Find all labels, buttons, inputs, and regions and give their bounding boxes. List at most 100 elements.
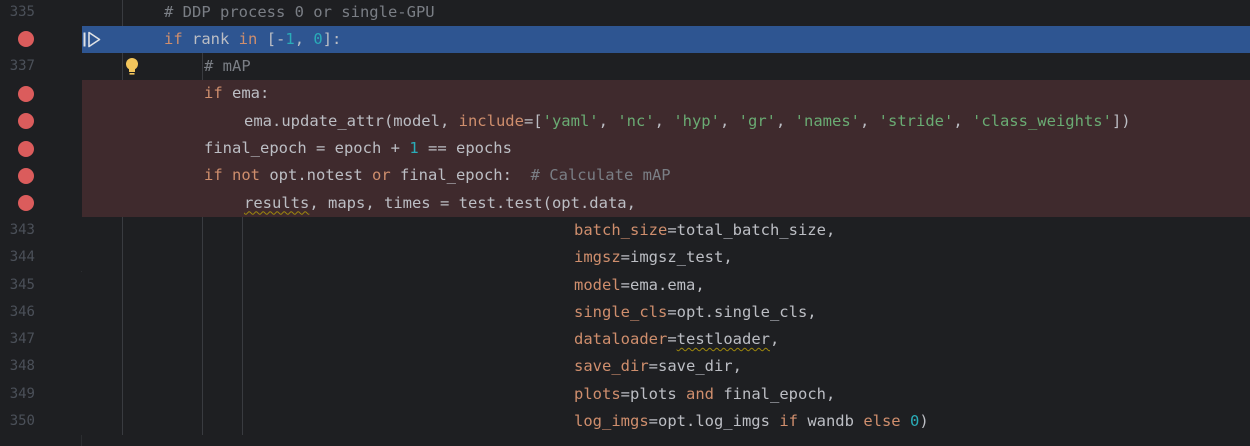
code-token: in	[238, 29, 258, 48]
code-token: ,	[719, 111, 739, 130]
line-number: 346	[9, 303, 35, 320]
code-content[interactable]: imgsz=imgsz_test,	[82, 244, 1250, 271]
gutter[interactable]	[0, 80, 82, 108]
code-content[interactable]: save_dir=save_dir,	[82, 353, 1250, 380]
code-text: imgsz=imgsz_test,	[574, 244, 733, 271]
line-number: 350	[9, 413, 35, 429]
gutter[interactable]: 348	[0, 353, 82, 381]
code-content[interactable]: single_cls=opt.single_cls,	[82, 299, 1250, 326]
code-content[interactable]: log_imgs=opt.log_imgs if wandb else 0)	[82, 408, 1250, 435]
code-token: opt.notest	[260, 166, 372, 185]
code-text: log_imgs=opt.log_imgs if wandb else 0)	[574, 408, 929, 435]
gutter[interactable]: 347	[0, 326, 82, 354]
line-number: 335	[9, 3, 35, 20]
code-token: if	[779, 412, 798, 430]
breakpoint-icon[interactable]	[18, 31, 34, 48]
line-number: 337	[9, 58, 35, 75]
line-number: 345	[9, 276, 35, 293]
code-content[interactable]: results, maps, times = test.test(opt.dat…	[82, 189, 1250, 217]
code-token: final_epoch,	[714, 384, 836, 403]
code-line[interactable]: 343 batch_size=total_batch_size,	[0, 216, 1250, 245]
code-token: 0	[909, 412, 920, 430]
code-token: or	[371, 166, 391, 185]
code-line[interactable]	[0, 435, 1250, 446]
code-token: ])	[1111, 111, 1131, 130]
breakpoint-icon[interactable]	[18, 85, 34, 102]
code-line[interactable]: 349 plots=plots and final_epoch,	[0, 380, 1250, 408]
gutter[interactable]: 345	[0, 271, 82, 299]
code-text: # mAP	[204, 53, 251, 80]
code-line[interactable]: if ema:	[0, 80, 1250, 108]
breakpoint-icon[interactable]	[18, 167, 34, 184]
code-editor[interactable]: 335 # DDP process 0 or single-GPU if rank …	[0, 0, 1250, 446]
line-number: 344	[9, 249, 35, 266]
code-token: single_cls	[574, 302, 668, 321]
code-content[interactable]: if ema:	[82, 80, 1250, 108]
code-line[interactable]: 348 save_dir=save_dir,	[0, 353, 1250, 381]
code-line[interactable]: final_epoch = epoch + 1 == epochs	[0, 135, 1250, 163]
code-content[interactable]: # mAP	[82, 53, 1250, 80]
code-line[interactable]: results, maps, times = test.test(opt.dat…	[0, 189, 1250, 217]
gutter[interactable]: 344	[0, 244, 82, 272]
breakpoint-icon[interactable]	[18, 140, 34, 157]
gutter[interactable]: 335	[0, 0, 82, 26]
code-token: plots	[574, 384, 621, 403]
code-token: if	[204, 84, 223, 103]
code-content[interactable]: if not opt.notest or final_epoch: # Calc…	[82, 162, 1250, 190]
code-text: ema.update_attr(model, include=['yaml', …	[244, 108, 1131, 135]
gutter[interactable]: 346	[0, 298, 82, 327]
code-token: ,	[770, 330, 780, 349]
code-content[interactable]: ema.update_attr(model, include=['yaml', …	[82, 107, 1250, 135]
gutter[interactable]	[0, 135, 82, 163]
code-line[interactable]: if not opt.notest or final_epoch: # Calc…	[0, 162, 1250, 190]
code-line[interactable]: 335 # DDP process 0 or single-GPU	[0, 0, 1250, 26]
line-number: 347	[9, 331, 35, 348]
gutter[interactable]: 350	[0, 408, 82, 436]
code-line[interactable]: 350 log_imgs=opt.log_imgs if wandb else 0…	[0, 408, 1250, 436]
line-number: 348	[9, 358, 35, 375]
code-content[interactable]: model=ema.ema,	[82, 272, 1250, 299]
gutter[interactable]	[0, 107, 82, 135]
code-content[interactable]: if rank in [-1, 0]:	[82, 25, 1250, 54]
execution-point-icon	[83, 31, 101, 48]
code-line[interactable]: 346 single_cls=opt.single_cls,	[0, 298, 1250, 327]
code-token: ,	[294, 29, 314, 48]
line-number: 349	[9, 385, 35, 402]
gutter[interactable]	[0, 189, 82, 217]
code-token: # Calculate mAP	[530, 166, 671, 185]
code-line[interactable]: 347 dataloader=testloader,	[0, 326, 1250, 354]
code-token: rank	[182, 29, 239, 48]
code-content[interactable]: dataloader=testloader,	[82, 326, 1250, 353]
code-token: ,	[598, 111, 618, 130]
code-token: =total_batch_size,	[667, 220, 836, 239]
code-line[interactable]: 345 model=ema.ema,	[0, 271, 1250, 299]
breakpoint-icon[interactable]	[18, 113, 34, 130]
gutter[interactable]: 343	[0, 216, 82, 245]
lightbulb-icon[interactable]	[124, 57, 140, 77]
code-text: plots=plots and final_epoch,	[574, 381, 835, 408]
code-text: save_dir=save_dir,	[574, 353, 742, 380]
gutter[interactable]: 349	[0, 380, 82, 408]
code-line[interactable]: ema.update_attr(model, include=['yaml', …	[0, 107, 1250, 135]
code-line[interactable]: 344 imgsz=imgsz_test,	[0, 244, 1250, 272]
code-content[interactable]: # DDP process 0 or single-GPU	[82, 0, 1250, 26]
code-token: imgsz	[574, 248, 621, 267]
code-line[interactable]: if rank in [-1, 0]:	[0, 25, 1250, 54]
code-content[interactable]: plots=plots and final_epoch,	[82, 381, 1250, 408]
code-content[interactable]: batch_size=total_batch_size,	[82, 217, 1250, 244]
code-token: batch_size	[574, 220, 668, 239]
gutter[interactable]	[0, 162, 82, 190]
code-line[interactable]: 337 # mAP	[0, 53, 1250, 81]
code-content[interactable]: final_epoch = epoch + 1 == epochs	[82, 135, 1250, 163]
code-token: ,	[953, 111, 972, 130]
gutter[interactable]	[0, 25, 82, 54]
breakpoint-icon[interactable]	[18, 195, 34, 212]
code-token: 'class_weights'	[971, 111, 1112, 130]
code-token: ,	[775, 111, 795, 130]
indent-guide	[242, 189, 243, 436]
code-token: , maps, times = test.test(opt.data,	[309, 193, 636, 212]
code-token: dataloader	[574, 330, 668, 349]
code-token: 'nc'	[617, 111, 655, 130]
code-token: =opt.log_imgs	[648, 412, 780, 430]
gutter[interactable]: 337	[0, 53, 82, 81]
